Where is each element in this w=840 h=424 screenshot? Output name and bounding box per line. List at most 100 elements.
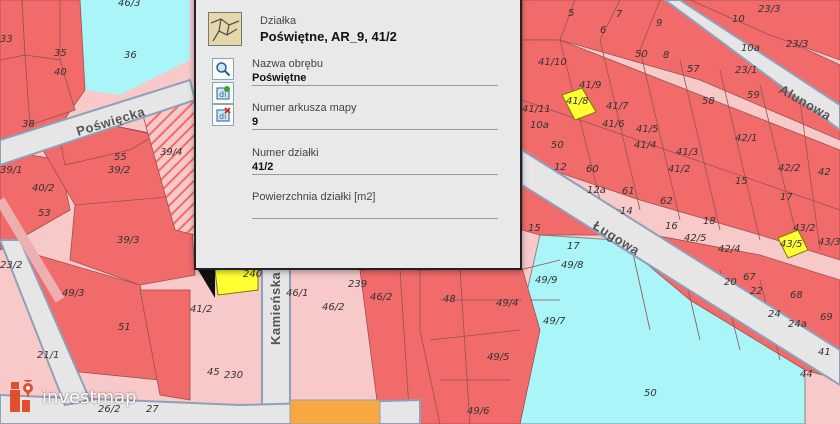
svg-text:42: 42 [818,167,831,178]
field-numer-dzialki: Numer działki 41/2 [252,147,498,175]
svg-text:49/7: 49/7 [543,316,566,327]
svg-text:8: 8 [663,50,669,61]
parcel-thumbnail-icon [208,12,242,46]
svg-text:22: 22 [750,286,763,297]
svg-text:60: 60 [586,164,599,175]
svg-text:68: 68 [790,290,803,301]
svg-text:48: 48 [443,294,456,305]
parcel-info-popup: Działka Poświętne, AR_9, 41/2 di di Nazw… [194,0,522,270]
svg-text:46/1: 46/1 [286,288,308,299]
svg-text:16: 16 [665,221,678,232]
svg-text:41: 41 [818,347,831,358]
svg-text:41/10: 41/10 [538,57,567,68]
field-value [252,204,498,218]
svg-text:67: 67 [743,272,756,283]
svg-text:di: di [219,112,226,121]
svg-text:24a: 24a [788,319,807,330]
svg-text:41/5: 41/5 [636,124,658,135]
svg-text:46/2: 46/2 [322,302,344,313]
svg-text:35: 35 [54,48,67,59]
svg-text:41/6: 41/6 [602,119,624,130]
svg-text:27: 27 [146,404,159,415]
svg-text:51: 51 [118,322,131,333]
svg-text:69: 69 [820,312,833,323]
svg-text:7: 7 [616,9,623,20]
svg-text:50: 50 [635,49,648,60]
svg-text:62: 62 [660,196,673,207]
investmap-logo[interactable]: investmap [8,370,137,414]
svg-text:43/5: 43/5 [780,239,802,250]
parcel [0,0,26,61]
svg-text:39/4: 39/4 [160,147,182,158]
svg-text:49/5: 49/5 [487,352,509,363]
svg-text:41/8: 41/8 [566,96,588,107]
svg-text:57: 57 [687,64,700,75]
svg-text:21/1: 21/1 [37,350,59,361]
svg-text:39/2: 39/2 [108,165,130,176]
svg-text:58: 58 [702,96,715,107]
svg-text:42/5: 42/5 [684,233,706,244]
svg-text:23/3: 23/3 [758,4,780,15]
field-label: Numer arkusza mapy [252,102,357,114]
svg-text:38: 38 [22,119,35,130]
svg-text:43/3: 43/3 [818,237,840,248]
svg-text:10a: 10a [741,43,760,54]
svg-text:12a: 12a [587,185,606,196]
svg-text:14: 14 [620,206,633,217]
svg-text:17: 17 [780,192,793,203]
svg-text:41/2: 41/2 [668,164,690,175]
street-label: Kamieńska [268,272,283,345]
field-label: Powierzchnia działki [m2] [252,191,376,203]
svg-text:10: 10 [732,14,745,25]
svg-text:230: 230 [224,370,243,381]
svg-text:23/1: 23/1 [735,65,757,76]
field-arkusz: Numer arkusza mapy 9 [252,102,498,130]
svg-text:9: 9 [656,18,662,29]
svg-text:45: 45 [207,367,220,378]
svg-text:42/4: 42/4 [718,244,740,255]
svg-text:49/8: 49/8 [561,260,583,271]
svg-text:49/4: 49/4 [496,298,518,309]
svg-text:41/9: 41/9 [579,80,601,91]
svg-text:41/3: 41/3 [676,147,698,158]
svg-text:41/2: 41/2 [190,304,212,315]
svg-text:6: 6 [600,25,606,36]
svg-text:15: 15 [735,176,748,187]
remove-parcel-icon[interactable]: di [212,104,234,126]
svg-text:49/3: 49/3 [62,288,84,299]
svg-text:24: 24 [768,309,781,320]
svg-text:10a: 10a [530,120,549,131]
svg-text:239: 239 [348,279,367,290]
svg-text:39/1: 39/1 [0,165,22,176]
svg-text:61: 61 [622,186,635,197]
field-value: Poświętne [252,72,307,84]
popup-layer-label: Działka [260,15,297,27]
svg-text:43/2: 43/2 [793,223,815,234]
svg-text:12: 12 [554,162,567,173]
svg-text:41/11: 41/11 [522,104,551,115]
svg-text:40/2: 40/2 [32,183,54,194]
zoom-to-icon[interactable] [212,58,234,80]
svg-text:33: 33 [0,34,13,45]
svg-text:36: 36 [124,50,137,61]
parcel [419,267,541,424]
field-value: 41/2 [252,161,274,173]
svg-text:18: 18 [703,216,716,227]
svg-text:49/6: 49/6 [467,406,489,417]
add-parcel-icon[interactable]: di [212,82,234,104]
svg-text:53: 53 [38,208,51,219]
svg-text:23/3: 23/3 [786,39,808,50]
field-powierzchnia: Powierzchnia działki [m2] [252,191,498,219]
field-obreb: Nazwa obrębu Poświętne [252,58,498,86]
svg-text:49/9: 49/9 [535,275,557,286]
svg-text:41/4: 41/4 [634,140,656,151]
svg-text:42/2: 42/2 [778,163,800,174]
svg-text:240: 240 [243,269,262,280]
svg-text:42/1: 42/1 [735,133,757,144]
field-label: Numer działki [252,147,319,159]
svg-text:46/3: 46/3 [118,0,140,9]
svg-text:59: 59 [747,90,760,101]
svg-text:5: 5 [568,8,574,19]
svg-text:23/2: 23/2 [0,260,22,271]
svg-text:15: 15 [528,223,541,234]
